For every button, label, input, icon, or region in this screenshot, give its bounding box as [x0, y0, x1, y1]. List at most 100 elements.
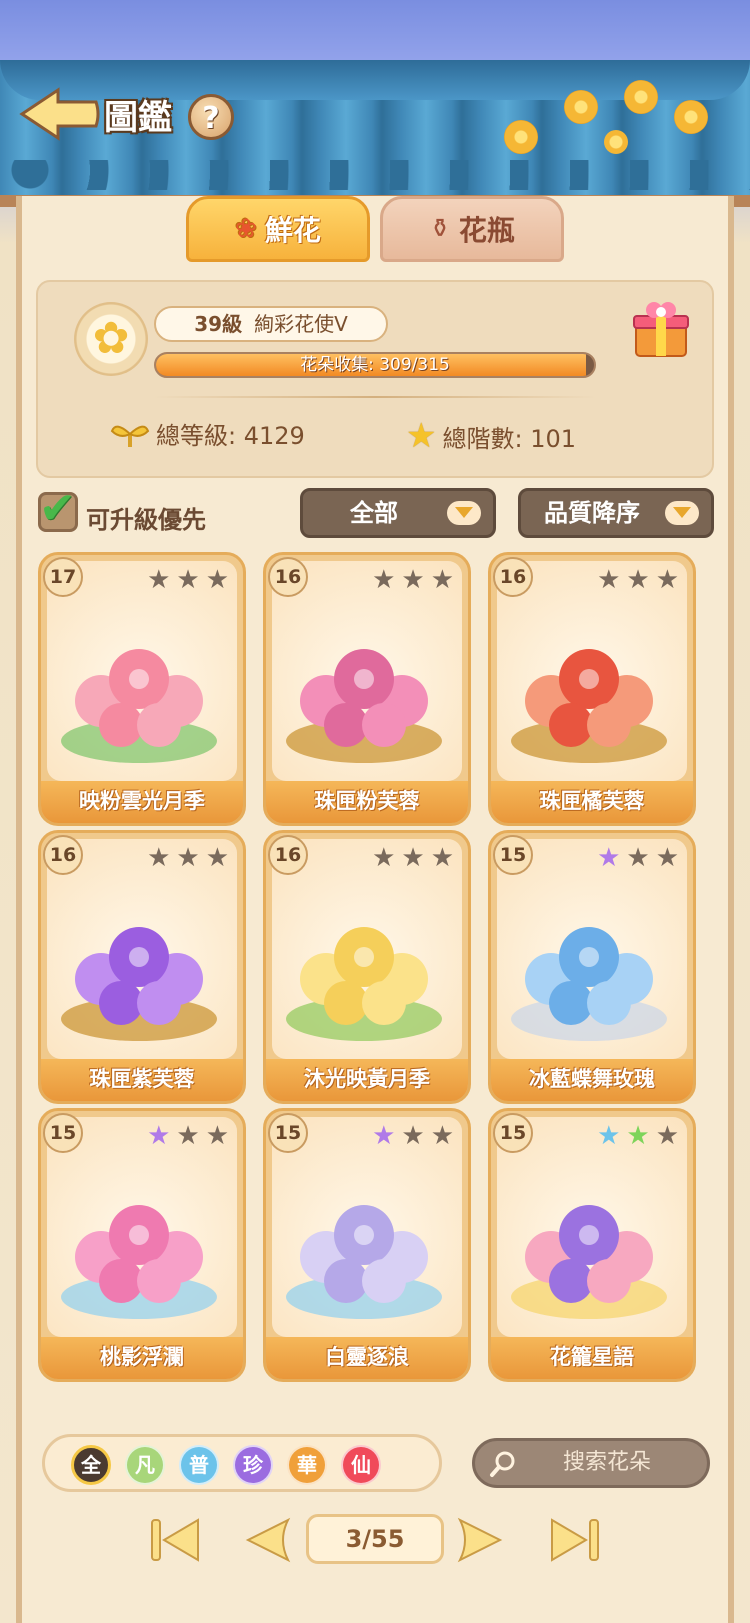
flower-card[interactable]: 15 ★ ★ ★ 花籠星語 — [488, 1108, 696, 1382]
search-input[interactable]: 搜索花朵 — [472, 1438, 710, 1488]
flower-artwork — [511, 927, 667, 1041]
card-flower-name: 冰藍蝶舞玫瑰 — [491, 1059, 693, 1101]
card-level-badge: 16 — [268, 557, 308, 597]
card-flower-name: 映粉雲光月季 — [41, 781, 243, 823]
card-flower-name: 沐光映黃月季 — [266, 1059, 468, 1101]
total-tier-stat: ★ 總階數: 101 — [406, 416, 576, 456]
prev-page-button[interactable] — [236, 1510, 296, 1570]
card-level-badge: 16 — [43, 835, 83, 875]
quality-filter-bar: 全凡普珍華仙 — [42, 1434, 442, 1492]
card-flower-name: 珠匣粉芙蓉 — [266, 781, 468, 823]
star-icon: ★ — [372, 843, 396, 873]
star-icon: ★ — [372, 565, 396, 595]
star-icon: ★ — [205, 843, 229, 873]
total-level-label: 總等級: 4129 — [156, 422, 305, 450]
chevron-down-icon — [447, 501, 481, 525]
flower-artwork — [61, 1205, 217, 1319]
tab-vases[interactable]: ⚱ 花瓶 — [380, 196, 564, 262]
sprout-icon — [110, 425, 150, 447]
sort-dropdown-value: 品質降序 — [544, 499, 640, 527]
star-icon: ★ — [205, 565, 229, 595]
star-icon: ★ — [372, 1121, 396, 1151]
card-level-badge: 15 — [268, 1113, 308, 1153]
sort-dropdown[interactable]: 品質降序 — [518, 488, 714, 538]
star-icon: ★ — [176, 565, 200, 595]
tab-fresh-flowers[interactable]: ❀ 鮮花 — [186, 196, 370, 262]
card-level-badge: 16 — [493, 557, 533, 597]
flower-artwork — [286, 1205, 442, 1319]
rank-title: 絢彩花使V — [254, 312, 348, 336]
card-level-badge: 17 — [43, 557, 83, 597]
flower-card[interactable]: 15 ★ ★ ★ 桃影浮瀾 — [38, 1108, 246, 1382]
flower-artwork — [511, 1205, 667, 1319]
next-page-button[interactable] — [452, 1510, 512, 1570]
level-rank-pill: 39級 絢彩花使V — [154, 306, 388, 342]
star-icon: ★ — [597, 1121, 621, 1151]
card-star-rating: ★ ★ ★ — [372, 567, 454, 593]
flower-card[interactable]: 16 ★ ★ ★ 珠匣紫芙蓉 — [38, 830, 246, 1104]
summary-divider — [154, 396, 596, 398]
card-star-rating: ★ ★ ★ — [372, 845, 454, 871]
card-flower-name: 桃影浮瀾 — [41, 1337, 243, 1379]
card-star-rating: ★ ★ ★ — [597, 567, 679, 593]
blossom-icon: ✿ — [92, 313, 130, 364]
quality-filter-2[interactable]: 普 — [179, 1445, 219, 1485]
card-star-rating: ★ ★ ★ — [147, 567, 229, 593]
checkmark-icon: ✔ — [39, 483, 76, 534]
collection-progress-label: 花朵收集: 309/315 — [300, 355, 450, 375]
vase-icon: ⚱ — [429, 214, 451, 244]
quality-filter-1[interactable]: 凡 — [125, 1445, 165, 1485]
upgradable-first-checkbox[interactable]: ✔ — [38, 483, 78, 534]
quality-filter-0[interactable]: 全 — [71, 1445, 111, 1485]
flower-card[interactable]: 16 ★ ★ ★ 珠匣粉芙蓉 — [263, 552, 471, 826]
card-level-badge: 15 — [493, 835, 533, 875]
chevron-down-icon — [665, 501, 699, 525]
card-star-rating: ★ ★ ★ — [147, 845, 229, 871]
quality-filter-4[interactable]: 華 — [287, 1445, 327, 1485]
card-level-badge: 15 — [43, 1113, 83, 1153]
page-title: 圖鑑 — [104, 98, 172, 138]
collection-screen: 圖鑑 ? ❀ 鮮花 ⚱ 花瓶 ✿ 39級絢彩花使V 花朵收集: 309/315 — [0, 0, 750, 1623]
star-icon: ★ — [205, 1121, 229, 1151]
last-page-button[interactable] — [544, 1510, 604, 1570]
star-icon: ★ — [655, 565, 679, 595]
flower-artwork — [61, 927, 217, 1041]
star-icon: ★ — [430, 1121, 454, 1151]
star-icon: ★ — [406, 416, 437, 456]
help-button[interactable]: ? — [188, 94, 234, 140]
upgradable-first-label: 可升級優先 — [86, 506, 206, 534]
collection-progress-bar: 花朵收集: 309/315 — [154, 352, 596, 378]
total-level-stat: 總等級: 4129 — [110, 416, 305, 451]
category-dropdown[interactable]: 全部 — [300, 488, 496, 538]
rank-emblem: ✿ — [74, 302, 148, 376]
quality-filter-3[interactable]: 珍 — [233, 1445, 273, 1485]
search-placeholder: 搜索花朵 — [563, 1450, 652, 1475]
flower-card[interactable]: 16 ★ ★ ★ 珠匣橘芙蓉 — [488, 552, 696, 826]
back-button[interactable] — [18, 86, 102, 142]
flower-card[interactable]: 17 ★ ★ ★ 映粉雲光月季 — [38, 552, 246, 826]
category-dropdown-value: 全部 — [350, 499, 398, 527]
tab-label: 花瓶 — [458, 214, 515, 247]
star-icon: ★ — [655, 1121, 679, 1151]
flower-card[interactable]: 15 ★ ★ ★ 冰藍蝶舞玫瑰 — [488, 830, 696, 1104]
flower-artwork — [286, 927, 442, 1041]
first-page-button[interactable] — [146, 1510, 206, 1570]
star-icon: ★ — [626, 565, 650, 595]
star-icon: ★ — [626, 843, 650, 873]
star-icon: ★ — [430, 565, 454, 595]
star-icon: ★ — [147, 843, 171, 873]
star-icon: ★ — [597, 565, 621, 595]
quality-filter-5[interactable]: 仙 — [341, 1445, 381, 1485]
card-level-badge: 16 — [268, 835, 308, 875]
page-indicator: 3/55 — [306, 1514, 444, 1564]
flower-artwork — [61, 649, 217, 763]
star-icon: ★ — [401, 843, 425, 873]
flower-card[interactable]: 16 ★ ★ ★ 沐光映黃月季 — [263, 830, 471, 1104]
card-star-rating: ★ ★ ★ — [597, 845, 679, 871]
flower-card[interactable]: 15 ★ ★ ★ 白靈逐浪 — [263, 1108, 471, 1382]
star-icon: ★ — [597, 843, 621, 873]
collection-summary-card: ✿ 39級 絢彩花使V 花朵收集: 309/315 總等級: 4129 ★ 總階… — [36, 280, 714, 478]
card-level-badge: 15 — [493, 1113, 533, 1153]
gift-icon[interactable] — [630, 298, 692, 360]
star-icon: ★ — [430, 843, 454, 873]
